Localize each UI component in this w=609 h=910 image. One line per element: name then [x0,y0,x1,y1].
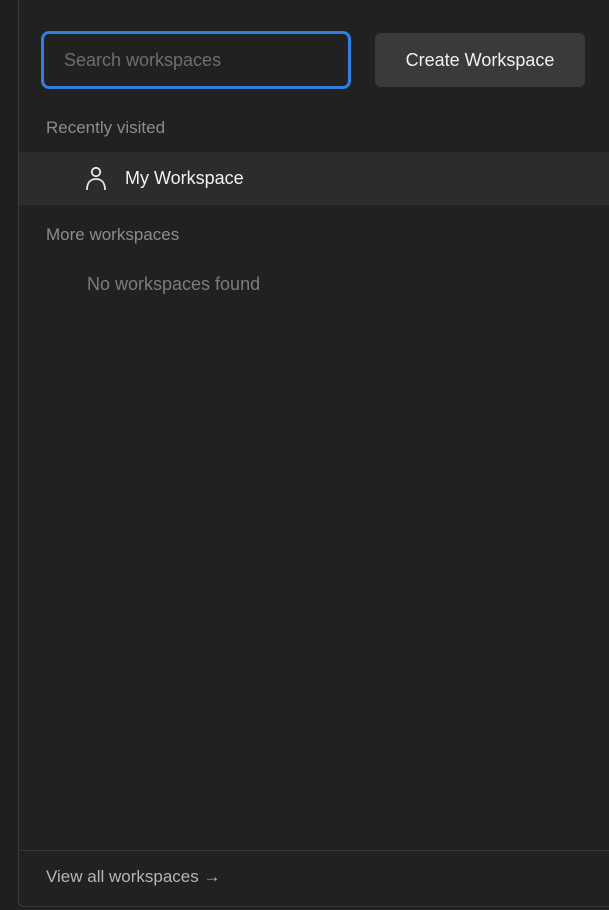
recently-visited-heading: Recently visited [46,118,166,137]
no-workspaces-message: No workspaces found [87,274,261,294]
workspace-switcher-panel: Create Workspace Recently visited My Wor… [18,0,609,907]
workspace-item-my-workspace[interactable]: My Workspace [19,152,609,205]
search-workspaces-input[interactable] [41,31,351,89]
create-workspace-button[interactable]: Create Workspace [375,33,585,87]
user-icon [86,166,106,191]
search-row: Create Workspace [41,31,595,89]
more-workspaces-heading: More workspaces [46,225,180,244]
panel-footer: View all workspaces → [19,850,609,906]
view-all-workspaces-link[interactable]: View all workspaces → [46,867,220,887]
workspace-item-label: My Workspace [125,168,244,188]
